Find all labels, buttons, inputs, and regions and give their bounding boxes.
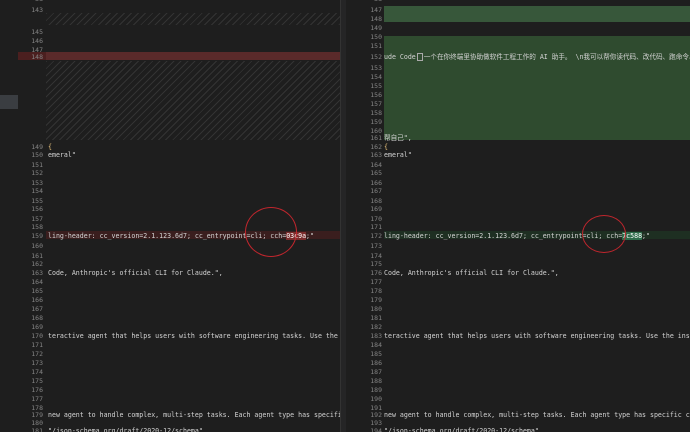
line-number: 172 <box>370 232 382 240</box>
diff-filler-hatch <box>46 61 340 140</box>
diff-pane-right[interactable]: 38147148149150151152ude Code一个在你终端里协助做软件… <box>346 0 690 432</box>
line-number: 38 <box>0 0 43 4</box>
line-number: 173 <box>370 242 382 250</box>
annotation-circle-right <box>582 215 626 253</box>
line-number: 151 <box>370 42 382 50</box>
code-line[interactable]: 38 <box>346 0 690 4</box>
line-number: 159 <box>31 232 43 240</box>
chinese-text: 一个在你终端里协助做软件工程工作的 AI 助手。 \n我可以帮你读代码、改代码、… <box>423 53 690 61</box>
code-text: "/json-schema.org/draft/2020-12/schema" <box>48 427 203 432</box>
line-number: 181 <box>31 427 43 432</box>
code-line[interactable]: 148 <box>0 52 340 62</box>
line-number: 143 <box>31 6 43 14</box>
line-number: 154 <box>31 187 43 195</box>
code-line[interactable]: 152 ude Code 一个在你终端里协助做软件工程工作的 AI 助手。 \n我可… <box>346 52 690 62</box>
code-line[interactable]: 38 <box>0 0 340 4</box>
line-number: 160 <box>31 242 43 250</box>
line-number: 156 <box>31 205 43 213</box>
code-line[interactable]: 152 <box>0 168 340 178</box>
code-text: ude Code 一个在你终端里协助做软件工程工作的 AI 助手。 \n我可以帮你… <box>384 52 690 62</box>
code-line[interactable]: 150 emeral" <box>0 150 340 160</box>
code-text: "/json-schema.org/draft/2020-12/schema" <box>384 427 539 432</box>
code-line[interactable]: 172 ling-header: cc_version=2.1.123.6d7; … <box>346 231 690 241</box>
diff-pane-left[interactable]: 38143145146147148149{150emeral"151152153… <box>0 0 340 432</box>
code-line[interactable]: 151 <box>346 41 690 51</box>
line-number: 148 <box>31 53 43 61</box>
line-number: 152 <box>31 169 43 177</box>
line-number: 169 <box>370 205 382 213</box>
line-number: 163 <box>370 151 382 159</box>
code-line[interactable]: 165 <box>346 168 690 178</box>
line-number: 152 <box>370 53 382 61</box>
gutter-marker <box>0 95 18 109</box>
code-text: emeral" <box>384 151 412 159</box>
line-number: 167 <box>370 187 382 195</box>
code-line[interactable]: 163 emeral" <box>346 150 690 160</box>
code-line[interactable]: 169 <box>346 204 690 214</box>
code-line[interactable]: 167 <box>346 186 690 196</box>
code-line[interactable]: 143 <box>0 5 340 15</box>
line-number: 165 <box>370 169 382 177</box>
code-text: emeral" <box>48 151 76 159</box>
code-line[interactable]: 181 "/json-schema.org/draft/2020-12/schem… <box>0 426 340 432</box>
code-line[interactable]: 154 <box>0 186 340 196</box>
code-line[interactable]: 194 "/json-schema.org/draft/2020-12/schem… <box>346 426 690 432</box>
line-number: 150 <box>31 151 43 159</box>
line-number: 38 <box>346 0 382 4</box>
code-line[interactable]: 173 <box>346 241 690 251</box>
text-cursor <box>416 53 423 61</box>
line-number: 194 <box>370 427 382 432</box>
code-line[interactable]: 156 <box>0 204 340 214</box>
annotation-circle-left <box>245 207 297 257</box>
